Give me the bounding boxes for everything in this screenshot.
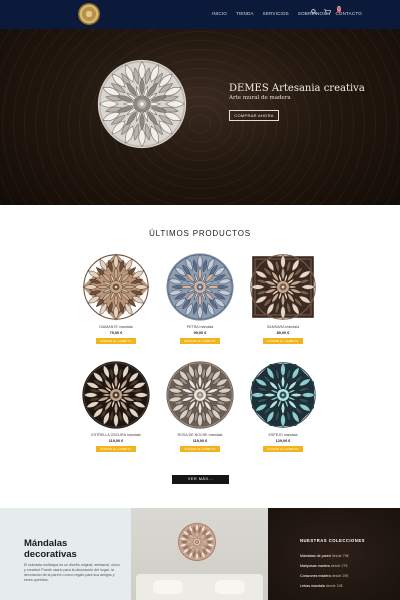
collections-panel: NUESTRAS COLECCIONES Mándalas de pared d… xyxy=(268,508,400,600)
product-name[interactable]: ROSA DE NOCHE mandala xyxy=(160,433,240,437)
nav-tienda[interactable]: TIENDA xyxy=(236,11,254,16)
hero-title: DEMES Artesania creativa xyxy=(229,83,365,94)
latest-products-title: ÚLTIMOS PRODUCTOS xyxy=(149,229,251,238)
pillow xyxy=(215,580,245,594)
product-image[interactable] xyxy=(248,252,318,322)
product-card: ESTRELLA OSCURA mandala 119,00 € AÑADIR … xyxy=(76,360,156,452)
product-price: 119,00 € xyxy=(108,439,124,443)
collection-name[interactable]: Mándalas de pared xyxy=(300,554,331,558)
product-name[interactable]: SAMSARA mandala xyxy=(243,325,323,329)
petra-mandala-image xyxy=(166,253,234,321)
header-icons: 0 xyxy=(311,6,341,17)
heading-line-2: decorativas xyxy=(24,549,77,560)
collection-item[interactable]: Corazones madera desde 25€ xyxy=(300,574,349,578)
add-to-cart-button[interactable]: AÑADIR AL CARRITO xyxy=(96,338,136,344)
nav-servicios[interactable]: SERVICIOS xyxy=(263,11,289,16)
bottom-banner: Mándalas decorativas El mándala multicap… xyxy=(0,508,400,600)
add-to-cart-button[interactable]: AÑADIR AL CARRITO xyxy=(263,338,303,344)
collection-price: desde 25€ xyxy=(331,574,349,578)
product-card: DIAMANTE mandala 79,00 € AÑADIR AL CARRI… xyxy=(76,252,156,344)
collection-price: desde 15€ xyxy=(325,584,343,588)
product-name[interactable]: PETRA mandala xyxy=(160,325,240,329)
product-image[interactable] xyxy=(81,360,151,430)
product-price: 99,00 € xyxy=(193,331,207,335)
site-header: INICIO TIENDA SERVICIOS SOBRE NOS CONTAC… xyxy=(0,0,400,29)
product-price: 129,00 € xyxy=(275,439,291,443)
cart-icon[interactable]: 0 xyxy=(324,6,341,17)
product-card: ROSA DE NOCHE mandala 119,00 € AÑADIR AL… xyxy=(160,360,240,452)
bedroom-photo xyxy=(131,508,268,600)
wood-ring xyxy=(0,29,400,205)
product-image[interactable] xyxy=(248,360,318,430)
decorative-mandalas-text: El mándala multicapa es un diseño origin… xyxy=(24,563,120,582)
decorative-mandalas-heading: Mándalas decorativas xyxy=(24,538,124,560)
add-to-cart-button[interactable]: AÑADIR AL CARRITO xyxy=(180,338,220,344)
hero-banner: DEMES Artesania creativa Arte mural de m… xyxy=(0,29,400,205)
collection-item[interactable]: Letras mandala desde 15€ xyxy=(300,584,349,588)
collection-item[interactable]: Mariposas madera desde 27€ xyxy=(300,564,349,568)
dark-star-mandala-image xyxy=(82,361,150,429)
collection-name[interactable]: Letras mandala xyxy=(300,584,325,588)
hero-mandala-image xyxy=(97,59,187,149)
add-to-cart-button[interactable]: AÑADIR AL CARRITO xyxy=(96,446,136,452)
product-price: 119,00 € xyxy=(192,439,208,443)
product-name[interactable]: ESPEJO mandala xyxy=(243,433,323,437)
see-more-button[interactable]: VER MÁS... xyxy=(172,475,229,484)
buy-now-button[interactable]: COMPRAR AHORA xyxy=(229,110,279,121)
product-card: PETRA mandala 99,00 € AÑADIR AL CARRITO xyxy=(160,252,240,344)
night-rose-mandala-image xyxy=(166,361,234,429)
product-card: ESPEJO mandala 129,00 € AÑADIR AL CARRIT… xyxy=(243,360,323,452)
add-to-cart-button[interactable]: AÑADIR AL CARRITO xyxy=(180,446,220,452)
collection-price: desde 27€ xyxy=(330,564,348,568)
samsara-mandala-image xyxy=(250,254,316,320)
product-price: 79,00 € xyxy=(109,331,123,335)
mirror-mandala-image xyxy=(250,362,316,428)
collections-list: Mándalas de pared desde 79€ Mariposas ma… xyxy=(300,554,349,594)
product-image[interactable] xyxy=(81,252,151,322)
search-icon[interactable] xyxy=(311,9,317,17)
cart-count-badge: 0 xyxy=(336,6,341,13)
decorative-mandalas-panel: Mándalas decorativas El mándala multicap… xyxy=(0,508,131,600)
logo[interactable] xyxy=(78,3,100,25)
product-image[interactable] xyxy=(165,252,235,322)
heading-line-1: Mándalas xyxy=(24,538,68,549)
hero-subtitle: Arte mural de madera xyxy=(229,95,291,101)
product-image[interactable] xyxy=(165,360,235,430)
product-price: 89,00 € xyxy=(276,331,290,335)
pillow xyxy=(153,580,183,594)
product-name[interactable]: DIAMANTE mandala xyxy=(76,325,156,329)
diamond-mandala-image xyxy=(82,253,150,321)
product-name[interactable]: ESTRELLA OSCURA mandala xyxy=(76,433,156,437)
collection-name[interactable]: Corazones madera xyxy=(300,574,331,578)
wall-mandala-image xyxy=(177,522,217,562)
collection-item[interactable]: Mándalas de pared desde 79€ xyxy=(300,554,349,558)
collections-title: NUESTRAS COLECCIONES xyxy=(300,538,365,543)
nav-inicio[interactable]: INICIO xyxy=(212,11,227,16)
product-card: SAMSARA mandala 89,00 € AÑADIR AL CARRIT… xyxy=(243,252,323,344)
collection-price: desde 79€ xyxy=(331,554,349,558)
collection-name[interactable]: Mariposas madera xyxy=(300,564,330,568)
add-to-cart-button[interactable]: AÑADIR AL CARRITO xyxy=(263,446,303,452)
